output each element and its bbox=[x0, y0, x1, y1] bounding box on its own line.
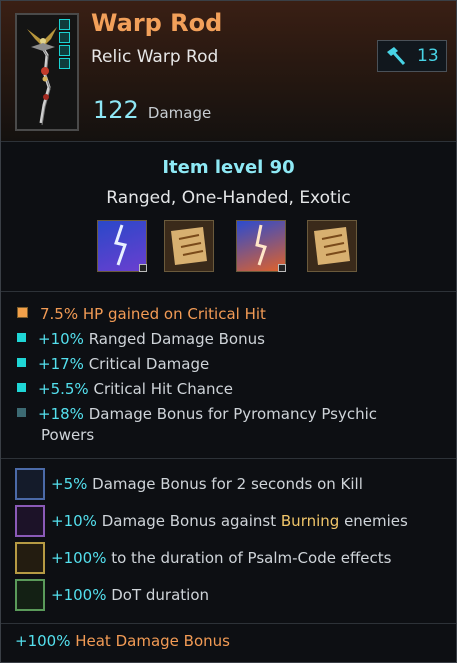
heat-bonus-line: +100% Heat Damage Bonus bbox=[15, 632, 230, 650]
scroll-mod-icon[interactable] bbox=[164, 220, 214, 272]
orange-bullet-icon bbox=[17, 307, 28, 318]
rune-icon[interactable] bbox=[15, 505, 45, 537]
item-portrait[interactable] bbox=[15, 13, 79, 131]
inactive-bullet-icon bbox=[17, 408, 26, 417]
hammer-icon bbox=[387, 47, 406, 66]
rune-icon[interactable] bbox=[15, 579, 45, 611]
rune-icon[interactable] bbox=[15, 468, 45, 500]
cyan-bullet-icon bbox=[17, 358, 26, 367]
item-power-badge: 13 bbox=[377, 40, 447, 72]
trait-line: +5.5% Critical Hit Chance bbox=[17, 380, 233, 398]
item-level-text: Item level 90 bbox=[162, 157, 295, 178]
item-tooltip: Warp Rod Relic Warp Rod 13 122 Damage It… bbox=[0, 0, 457, 663]
rune-icon[interactable] bbox=[15, 542, 45, 574]
divider bbox=[1, 291, 456, 292]
divider bbox=[1, 458, 456, 459]
scroll-mod-icon[interactable] bbox=[307, 220, 357, 272]
divider bbox=[1, 623, 456, 624]
item-title: Warp Rod bbox=[91, 9, 223, 37]
item-tags: Ranged, One-Handed, Exotic bbox=[106, 188, 351, 208]
psychic-lightning-mod-icon[interactable] bbox=[97, 220, 147, 272]
trait-line-continued: Powers bbox=[41, 426, 95, 444]
socket-slot bbox=[59, 19, 70, 30]
damage-value: 122 bbox=[93, 96, 139, 124]
cyan-bullet-icon bbox=[17, 333, 26, 342]
item-power-value: 13 bbox=[417, 46, 439, 66]
item-header: Warp Rod Relic Warp Rod 13 122 Damage bbox=[1, 1, 456, 141]
socket-column bbox=[59, 19, 71, 71]
trait-line: +18% Damage Bonus for Pyromancy Psychic bbox=[17, 405, 377, 423]
socket-slot bbox=[59, 45, 70, 56]
socket-slot bbox=[59, 58, 70, 69]
socket-slot bbox=[59, 32, 70, 43]
damage-label: Damage bbox=[147, 104, 212, 122]
trait-line: 7.5% HP gained on Critical Hit bbox=[17, 305, 266, 323]
cyan-bullet-icon bbox=[17, 383, 26, 392]
divider bbox=[1, 141, 456, 142]
damage-stat: 122 Damage bbox=[93, 96, 211, 124]
trait-line: +10% Ranged Damage Bonus bbox=[17, 330, 265, 348]
psychic-fire-mod-icon[interactable] bbox=[236, 220, 286, 272]
item-subtitle: Relic Warp Rod bbox=[91, 47, 219, 67]
trait-line: +17% Critical Damage bbox=[17, 355, 209, 373]
